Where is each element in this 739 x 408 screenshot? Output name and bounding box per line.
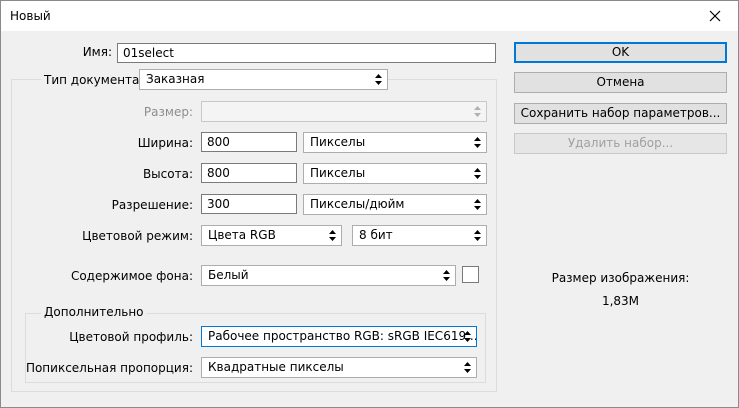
color-profile-label: Цветовой профиль:: [69, 330, 193, 344]
image-size-label: Размер изображения:: [551, 271, 690, 285]
name-field[interactable]: 01select: [117, 43, 496, 63]
background-select[interactable]: Белый: [201, 265, 456, 286]
ok-button[interactable]: OK: [514, 42, 727, 63]
updown-arrow-icon: [464, 331, 471, 342]
close-icon[interactable]: [692, 1, 738, 31]
width-label: Ширина:: [137, 136, 193, 150]
image-size-value: 1,83M: [601, 294, 640, 308]
updown-arrow-icon: [329, 230, 336, 241]
resolution-unit-value: Пикселы/дюйм: [310, 197, 405, 211]
advanced-legend: Дополнительно: [41, 305, 147, 319]
width-unit-select[interactable]: Пикселы: [303, 132, 487, 153]
bit-depth-value: 8 бит: [359, 228, 393, 242]
color-profile-select[interactable]: Рабочее пространство RGB: sRGB IEC619...: [201, 326, 477, 347]
dialog-title: Новый: [10, 9, 51, 23]
document-type-value: Заказная: [146, 72, 205, 86]
width-field[interactable]: 800: [201, 132, 297, 152]
pixel-aspect-value: Квадратные пикселы: [208, 360, 344, 374]
updown-arrow-icon: [443, 270, 450, 281]
height-unit-value: Пикселы: [310, 166, 366, 180]
updown-arrow-icon: [375, 74, 382, 85]
title-bar: Новый: [1, 1, 738, 31]
updown-arrow-icon: [474, 199, 481, 210]
updown-arrow-icon: [474, 106, 481, 117]
cancel-button[interactable]: Отмена: [514, 72, 727, 93]
resolution-field[interactable]: 300: [201, 194, 297, 214]
color-profile-value: Рабочее пространство RGB: sRGB IEC619...: [208, 329, 477, 343]
height-field[interactable]: 800: [201, 163, 297, 183]
height-unit-select[interactable]: Пикселы: [303, 163, 487, 184]
updown-arrow-icon: [474, 137, 481, 148]
background-color-swatch[interactable]: [462, 266, 479, 283]
resolution-label: Разрешение:: [111, 198, 193, 212]
height-label: Высота:: [142, 167, 193, 181]
width-unit-value: Пикселы: [310, 135, 366, 149]
bit-depth-select[interactable]: 8 бит: [352, 225, 487, 246]
updown-arrow-icon: [474, 168, 481, 179]
size-label: Размер:: [143, 105, 193, 119]
document-type-select[interactable]: Заказная: [139, 69, 388, 90]
pixel-aspect-select[interactable]: Квадратные пикселы: [201, 357, 477, 378]
color-mode-label: Цветовой режим:: [82, 229, 193, 243]
name-label: Имя:: [82, 45, 112, 59]
resolution-unit-select[interactable]: Пикселы/дюйм: [303, 194, 487, 215]
background-label: Содержимое фона:: [70, 269, 193, 283]
pixel-aspect-label: Попиксельная пропорция:: [25, 361, 193, 375]
updown-arrow-icon: [474, 230, 481, 241]
size-select: [201, 101, 487, 122]
color-mode-value: Цвета RGB: [208, 228, 276, 242]
background-value: Белый: [208, 268, 249, 282]
delete-preset-button: Удалить набор...: [514, 133, 727, 154]
new-document-dialog: Новый Имя: 01select Тип документа: Заказ…: [0, 0, 739, 408]
save-preset-button[interactable]: Сохранить набор параметров...: [514, 103, 727, 124]
document-type-label: Тип документа:: [41, 73, 147, 87]
updown-arrow-icon: [464, 362, 471, 373]
color-mode-select[interactable]: Цвета RGB: [201, 225, 342, 246]
